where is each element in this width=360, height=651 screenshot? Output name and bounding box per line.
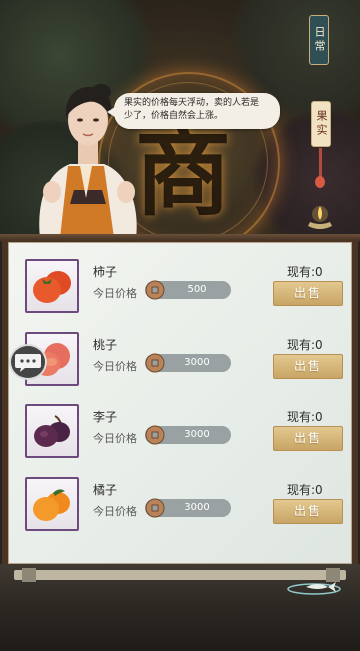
goods-row: 橘子 今日价格 3000 现有:0 出售 <box>25 477 355 533</box>
sell-button[interactable]: 出售 <box>273 499 343 524</box>
tab-fruit[interactable]: 果实 <box>311 101 331 147</box>
fruit-name: 李子 <box>93 410 118 424</box>
tassel-cord <box>319 148 322 178</box>
price-label: 今日价格 <box>93 287 137 300</box>
fruit-name: 柿子 <box>93 265 118 279</box>
chat-bubble-icon <box>15 354 41 372</box>
orange-icon <box>33 489 70 521</box>
price-pill: 500 <box>145 280 231 300</box>
speech-bubble: 果实的价格每天浮动，卖的人若是 少了，价格自然会上涨。 <box>107 93 280 129</box>
price-pill: 3000 <box>145 353 231 373</box>
plum-icon <box>34 415 70 447</box>
price-pill: 3000 <box>145 425 231 445</box>
shop-scene: 商 果实的价格每天浮动，卖的人若是 少了，价格自然会上涨。 日常 果实 <box>0 0 360 238</box>
goods-panel: 柿子 今日价格 500 现有:0 出售 桃子 今日价格 3000 现有:0 出售… <box>8 242 352 564</box>
price-value: 3000 <box>184 429 210 440</box>
speech-line-1: 果实的价格每天浮动，卖的人若是 <box>124 98 260 108</box>
sell-button[interactable]: 出售 <box>273 281 343 306</box>
stock-count: 现有:0 <box>287 410 323 424</box>
price-value: 3000 <box>184 357 210 368</box>
speech-line-2: 少了，价格自然会上涨。 <box>124 111 224 121</box>
goods-row: 李子 今日价格 3000 现有:0 出售 <box>25 404 355 460</box>
copper-coin-icon <box>145 425 165 445</box>
goods-row: 桃子 今日价格 3000 现有:0 出售 <box>25 332 355 388</box>
tab-daily[interactable]: 日常 <box>309 15 329 65</box>
goods-row: 柿子 今日价格 500 现有:0 出售 <box>25 259 355 315</box>
copper-coin-icon <box>145 498 165 518</box>
fruit-name: 桃子 <box>93 338 118 352</box>
oil-lamp-icon <box>308 206 332 229</box>
rail-cap <box>22 568 36 582</box>
fruit-name: 橘子 <box>93 483 118 497</box>
chat-button[interactable] <box>9 344 47 380</box>
fruit-thumbnail <box>25 259 79 313</box>
price-pill: 3000 <box>145 498 231 518</box>
fruit-thumbnail <box>25 404 79 458</box>
sell-button[interactable]: 出售 <box>273 354 343 379</box>
price-value: 500 <box>187 284 207 295</box>
price-value: 3000 <box>184 502 210 513</box>
stock-count: 现有:0 <box>287 483 323 497</box>
copper-coin-icon <box>145 353 165 373</box>
persimmon-icon <box>33 271 71 303</box>
price-label: 今日价格 <box>93 505 137 518</box>
tassel-bead <box>315 176 325 188</box>
fruit-thumbnail <box>25 477 79 531</box>
koi-fish-icon <box>287 582 341 595</box>
price-label: 今日价格 <box>93 360 137 373</box>
copper-coin-icon <box>145 280 165 300</box>
stock-count: 现有:0 <box>287 338 323 352</box>
price-label: 今日价格 <box>93 432 137 445</box>
sell-button[interactable]: 出售 <box>273 426 343 451</box>
stock-count: 现有:0 <box>287 265 323 279</box>
